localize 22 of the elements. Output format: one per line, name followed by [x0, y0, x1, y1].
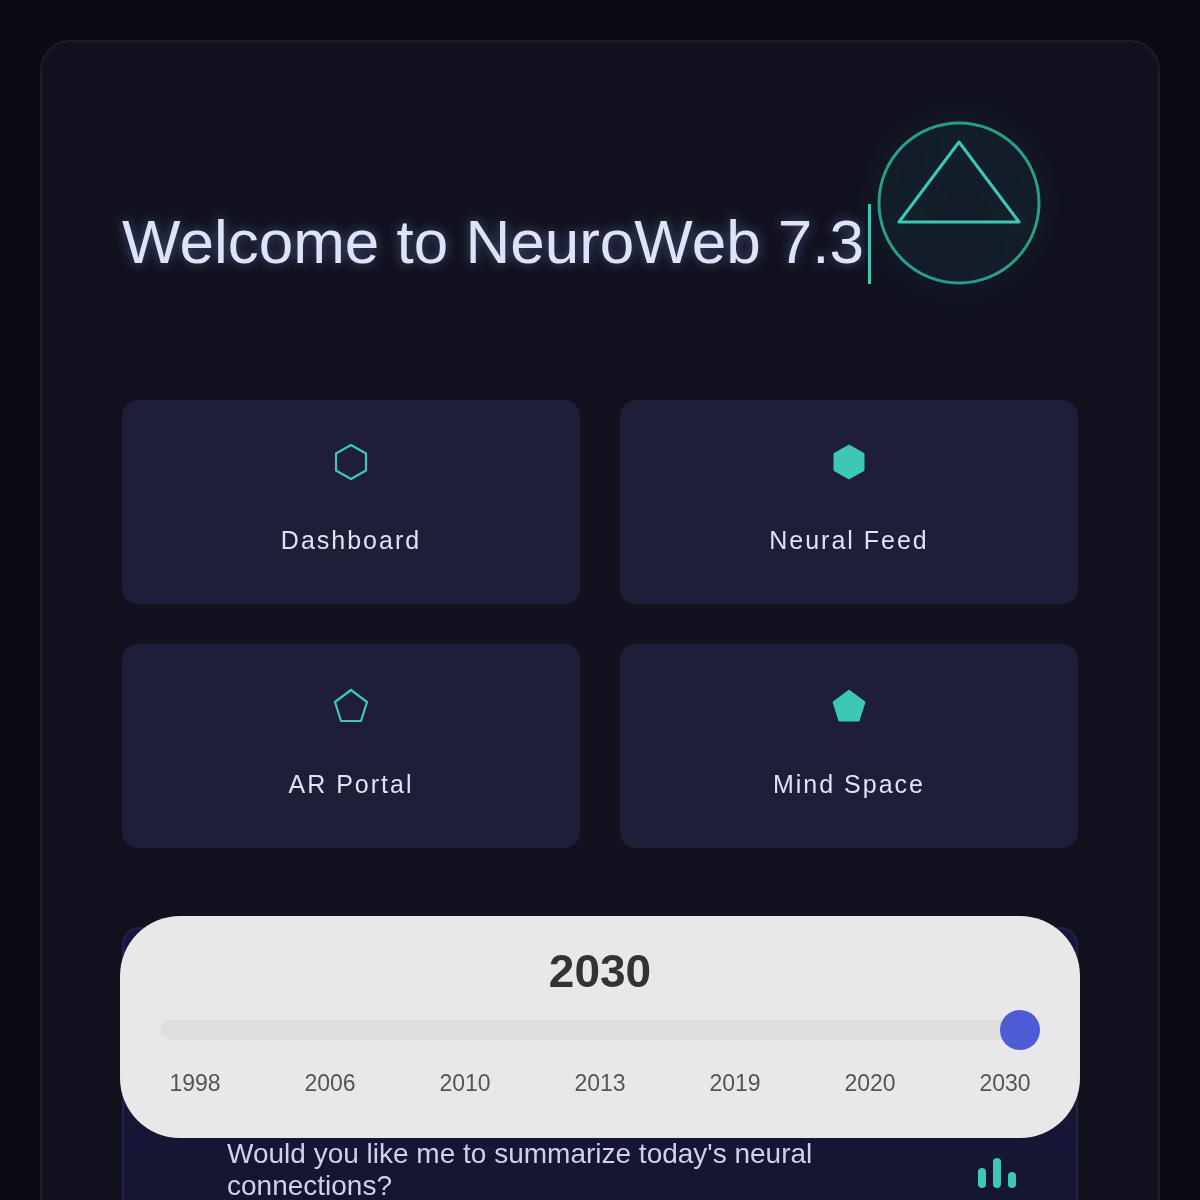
- year-tick-label: 2030: [978, 1070, 1032, 1097]
- tile-label: Dashboard: [280, 526, 422, 555]
- year-tick-label: 1998: [168, 1070, 222, 1097]
- year-tick-label: 2006: [303, 1070, 357, 1097]
- bar-chart-icon: [978, 1158, 1016, 1188]
- nav-tile[interactable]: Neural Feed: [620, 400, 1078, 604]
- triangle-logo-icon: [876, 120, 1042, 286]
- nav-tile[interactable]: AR Portal: [122, 644, 580, 848]
- nav-tile[interactable]: Dashboard: [122, 400, 580, 604]
- tile-label: Neural Feed: [769, 526, 929, 555]
- selected-year: 2030: [548, 944, 652, 998]
- year-tick-label: 2013: [573, 1070, 627, 1097]
- tile-label: Mind Space: [773, 770, 925, 799]
- year-slider[interactable]: [160, 1010, 1040, 1050]
- welcome-title: Welcome to NeuroWeb 7.3: [122, 206, 865, 278]
- nav-tile[interactable]: Mind Space: [620, 644, 1078, 848]
- year-tick-label: 2020: [843, 1070, 897, 1097]
- year-tick-label: 2010: [438, 1070, 492, 1097]
- assistant-message: Would you like me to summarize today's neural connections?: [227, 1138, 814, 1200]
- tile-label: AR Portal: [288, 770, 414, 799]
- year-tick-label: 2019: [708, 1070, 762, 1097]
- slider-thumb[interactable]: [1000, 1010, 1040, 1050]
